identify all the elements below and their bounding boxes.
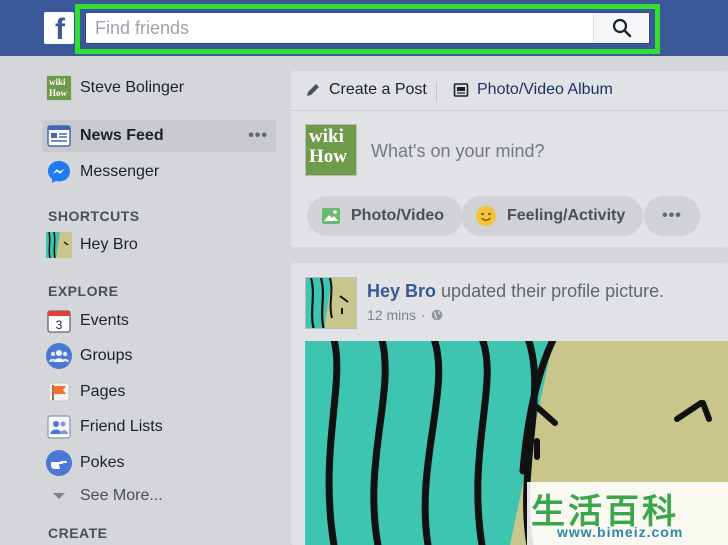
profile-avatar-text: wiki How: [49, 77, 67, 98]
feeling-activity-label: Feeling/Activity: [507, 207, 626, 224]
sidebar-item-label: Friend Lists: [80, 418, 163, 435]
watermark-url: www.bimeiz.com: [557, 524, 684, 540]
group-avatar-icon: [46, 232, 72, 258]
sidebar-item-label: Messenger: [80, 163, 160, 180]
facebook-logo[interactable]: f: [44, 12, 74, 44]
pencil-icon: [307, 84, 319, 96]
search-button[interactable]: [593, 13, 649, 43]
sidebar-item-messenger[interactable]: Messenger: [42, 156, 276, 188]
explore-heading: EXPLORE: [48, 283, 119, 299]
sidebar-item-see-more[interactable]: See More...: [42, 480, 276, 512]
tab-label: Photo/Video Album: [477, 81, 613, 98]
sidebar-item-events[interactable]: 3 Events: [42, 305, 276, 337]
composer-tabs: Create a Post Photo/Video Album: [291, 71, 728, 111]
post-meta: 12 mins ·: [367, 307, 443, 323]
shortcuts-heading: SHORTCUTS: [48, 208, 140, 224]
post-timestamp[interactable]: 12 mins: [367, 307, 416, 323]
sidebar-item-profile[interactable]: wiki How Steve Bolinger: [42, 72, 276, 104]
news-feed-icon: [46, 123, 72, 149]
composer-status-input[interactable]: [371, 138, 711, 164]
post-author-link[interactable]: Hey Bro: [367, 281, 436, 301]
globe-icon[interactable]: [431, 309, 443, 321]
smiley-icon: [476, 206, 496, 226]
sidebar-item-label: Pages: [80, 383, 126, 400]
search-box: [85, 12, 650, 44]
sidebar-item-friend-lists[interactable]: Friend Lists: [42, 411, 276, 443]
sidebar-item-hey-bro[interactable]: Hey Bro: [42, 229, 276, 261]
photo-video-label: Photo/Video: [351, 207, 445, 224]
site-watermark: 生活百科 www.bimeiz.com: [527, 482, 728, 545]
friend-list-icon: [46, 414, 72, 440]
sidebar-item-label: See More...: [80, 487, 163, 504]
more-icon[interactable]: •••: [644, 196, 700, 236]
groups-icon: [46, 343, 72, 369]
messenger-icon: [46, 159, 72, 185]
sidebar-item-label: Hey Bro: [80, 236, 138, 253]
post-headline: Hey Bro updated their profile picture.: [367, 281, 664, 302]
sidebar-item-label: Groups: [80, 347, 133, 364]
sidebar-item-pages[interactable]: Pages: [42, 376, 276, 408]
search-input[interactable]: [86, 13, 591, 43]
tab-divider: [436, 83, 437, 101]
create-heading: CREATE: [48, 525, 108, 541]
more-label: •••: [662, 207, 682, 224]
search-icon: [612, 18, 631, 38]
post-composer: Create a Post Photo/Video Album wiki How…: [291, 71, 728, 247]
sidebar-item-pokes[interactable]: Pokes: [42, 447, 276, 479]
album-icon: [453, 83, 469, 97]
post-action-text: updated their profile picture.: [441, 281, 665, 301]
sidebar-item-label: Events: [80, 312, 129, 329]
tab-photo-video-album[interactable]: Photo/Video Album: [453, 81, 613, 99]
tab-label: Create a Post: [329, 81, 427, 98]
poke-icon: [46, 450, 72, 476]
profile-avatar: wiki How: [46, 75, 72, 101]
composer-avatar: wiki How: [305, 124, 357, 176]
left-sidebar: wiki How Steve Bolinger News Feed ••• Me…: [0, 56, 285, 545]
photo-icon: [322, 208, 340, 224]
sidebar-item-news-feed[interactable]: News Feed •••: [42, 120, 276, 152]
feeling-activity-button[interactable]: Feeling/Activity: [461, 196, 644, 236]
more-options-icon[interactable]: •••: [248, 127, 268, 145]
calendar-icon: 3: [46, 308, 72, 334]
top-navigation-bar: f: [0, 0, 728, 56]
flag-icon: [46, 379, 72, 405]
sidebar-item-groups[interactable]: Groups: [42, 340, 276, 372]
sidebar-item-label: News Feed: [80, 127, 164, 144]
calendar-icon-day: 3: [56, 318, 63, 332]
sidebar-item-label: Pokes: [80, 454, 125, 471]
chevron-down-icon: [46, 483, 72, 509]
sidebar-item-label: Steve Bolinger: [80, 79, 185, 96]
meta-separator: ·: [421, 307, 426, 323]
photo-video-button[interactable]: Photo/Video: [307, 196, 463, 236]
tab-create-post[interactable]: Create a Post: [305, 81, 427, 99]
post-author-avatar[interactable]: [305, 277, 357, 329]
facebook-logo-letter: f: [55, 13, 65, 45]
composer-avatar-text: wiki How: [309, 126, 347, 167]
